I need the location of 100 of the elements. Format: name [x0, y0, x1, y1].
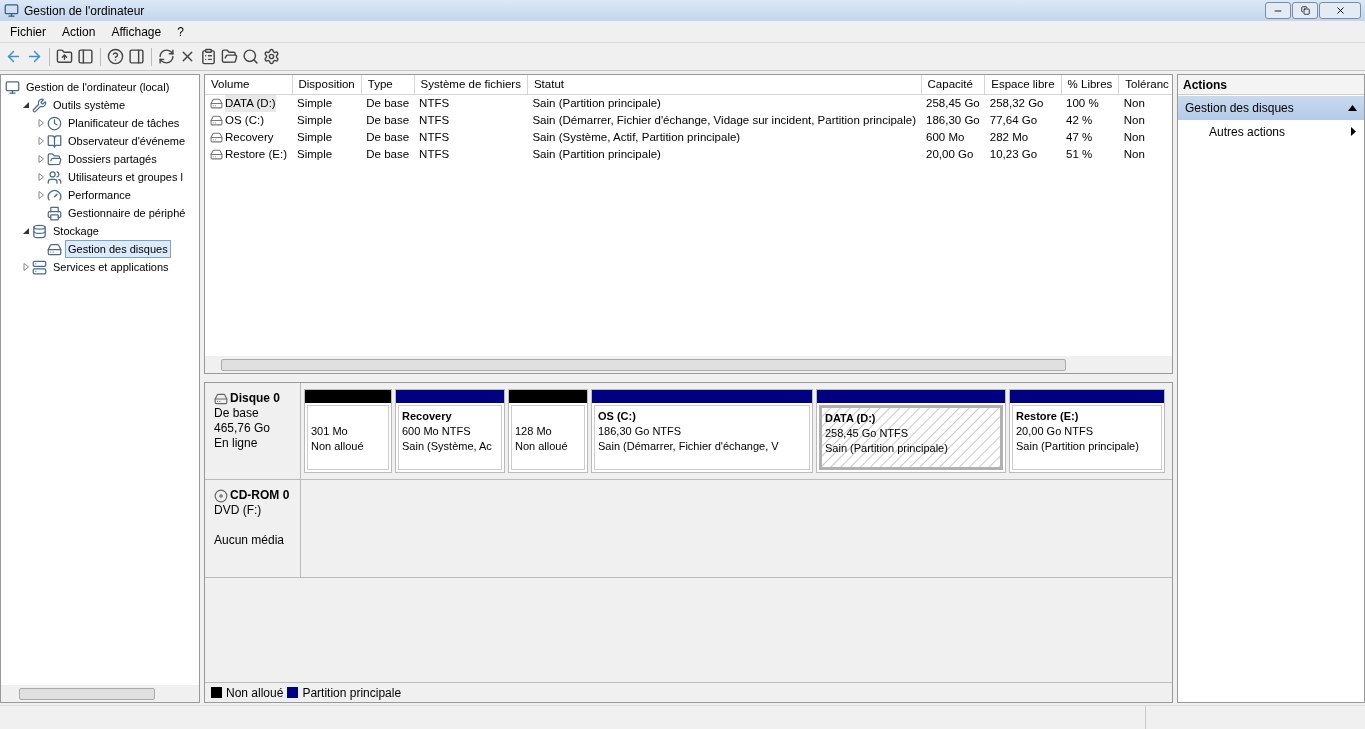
table-cell: 100 %: [1066, 96, 1099, 109]
disk-info: En ligne: [214, 436, 259, 451]
column-header[interactable]: Type: [361, 75, 415, 94]
tree-node-icon: [5, 79, 20, 95]
menu-item[interactable]: Affichage: [103, 22, 170, 41]
search-icon[interactable]: [242, 48, 259, 65]
clipboard-icon[interactable]: [200, 48, 217, 65]
partition-title: Recovery: [402, 409, 453, 424]
table-cell: Simple: [297, 113, 333, 126]
column-header[interactable]: Disposition: [292, 75, 362, 94]
forward-icon[interactable]: [26, 48, 43, 65]
table-cell: De base: [366, 113, 410, 126]
partition-info: 128 Mo: [515, 424, 553, 439]
table-cell: 51 %: [1066, 148, 1093, 161]
tree-item[interactable]: Outils système: [50, 95, 129, 115]
app-icon: [4, 3, 19, 18]
partition-info: 20,00 Go NTFS: [1016, 424, 1095, 439]
table-cell: Non: [1123, 96, 1145, 109]
tree-item[interactable]: Observateur d'événeme: [65, 131, 189, 151]
folder-up-icon[interactable]: [56, 48, 73, 65]
table-cell: 20,00 Go: [926, 148, 974, 161]
table-cell[interactable]: Restore (E:): [225, 146, 287, 164]
collapse-arrow-icon[interactable]: [22, 227, 30, 235]
collapse-arrow-icon[interactable]: [22, 101, 30, 109]
partition-title: DATA (D:): [825, 411, 877, 426]
menu-item[interactable]: ?: [169, 22, 192, 41]
column-header[interactable]: Statut: [527, 75, 922, 94]
tree-item[interactable]: Utilisateurs et groupes l: [65, 167, 186, 187]
partition-block[interactable]: 128 Mo Non alloué: [508, 389, 588, 473]
close-icon: [1334, 5, 1346, 16]
folder-icon[interactable]: [221, 48, 238, 65]
expand-arrow-icon[interactable]: [37, 173, 45, 181]
horizontal-scrollbar[interactable]: [205, 356, 1172, 373]
tree-item[interactable]: Gestion de l'ordinateur (local): [23, 77, 173, 97]
partition-block[interactable]: OS (C:) 186,30 Go NTFS Sain (Démarrer, Fichier d'échange, V: [591, 389, 813, 473]
table-cell: 258,45 Go: [926, 96, 980, 109]
table-cell: Sain (Système, Actif, Partition principale): [532, 131, 741, 143]
expand-arrow-icon[interactable]: [37, 191, 45, 199]
partition-info: Sain (Partition principale): [1016, 439, 1140, 454]
actions-header: Actions: [1178, 75, 1364, 95]
tree-item[interactable]: Dossiers partagés: [65, 149, 160, 169]
legend-label: Non alloué: [226, 684, 284, 702]
partition-block[interactable]: Recovery 600 Mo NTFS Sain (Système, Ac: [395, 389, 505, 473]
table-cell[interactable]: OS (C:): [225, 111, 264, 129]
table-cell: 282 Mo: [989, 131, 1029, 143]
help-icon[interactable]: [107, 48, 124, 65]
tree-item[interactable]: Services et applications: [50, 257, 172, 277]
tree-item[interactable]: Performance: [65, 185, 134, 205]
table-cell: Simple: [297, 96, 333, 109]
column-header[interactable]: Espace libre: [984, 75, 1062, 94]
settings-icon[interactable]: [263, 48, 280, 65]
table-cell: NTFS: [419, 131, 450, 143]
tree-item[interactable]: Stockage: [50, 221, 102, 241]
disk-info: DVD (F:): [214, 503, 263, 518]
partition-block[interactable]: 301 Mo Non alloué: [304, 389, 392, 473]
action-group-header[interactable]: Gestion des disques: [1178, 96, 1364, 120]
menu-item[interactable]: Action: [54, 22, 104, 41]
table-cell[interactable]: Recovery: [225, 129, 274, 147]
tree-item[interactable]: Gestionnaire de périphé: [65, 203, 189, 223]
close-button[interactable]: [1319, 2, 1361, 19]
menu-item[interactable]: Fichier: [2, 22, 54, 41]
maximize-button[interactable]: [1292, 2, 1318, 19]
tree-node-icon: [32, 223, 47, 239]
back-icon[interactable]: [5, 48, 22, 65]
horizontal-scrollbar[interactable]: [1, 685, 199, 702]
refresh-icon[interactable]: [158, 48, 175, 65]
partition-info: Non alloué: [311, 439, 365, 454]
panel-icon[interactable]: [77, 48, 94, 65]
table-cell: 42 %: [1066, 113, 1093, 126]
partition-info: 600 Mo NTFS: [402, 424, 472, 439]
expand-arrow-icon[interactable]: [37, 119, 45, 127]
partition-block[interactable]: Restore (E:) 20,00 Go NTFS Sain (Partition principale): [1009, 389, 1165, 473]
expand-arrow-icon[interactable]: [22, 263, 30, 271]
column-header[interactable]: Volume: [205, 75, 292, 94]
tree-node-icon: [32, 259, 47, 275]
collapse-icon: [1348, 105, 1357, 111]
tree-node-icon: [47, 133, 62, 149]
partition-block[interactable]: DATA (D:) 258,45 Go NTFS Sain (Partition principale): [816, 389, 1006, 473]
table-cell: 47 %: [1066, 131, 1093, 143]
table-cell: De base: [366, 96, 410, 109]
disk-info: 465,76 Go: [214, 421, 272, 436]
disk-info: De base: [214, 406, 260, 421]
partition-title: Restore (E:): [1016, 409, 1080, 424]
column-header[interactable]: Capacité: [921, 75, 985, 94]
action-item[interactable]: Autres actions: [1178, 120, 1364, 143]
column-header[interactable]: Système de fichiers: [414, 75, 528, 94]
tree-item[interactable]: Gestion des disques: [65, 239, 171, 259]
partition-info: 301 Mo: [311, 424, 349, 439]
partition-info: 258,45 Go NTFS: [825, 426, 910, 441]
table-cell: Simple: [297, 131, 333, 143]
expand-arrow-icon[interactable]: [37, 137, 45, 145]
column-header[interactable]: Toléranc: [1118, 75, 1172, 94]
expand-arrow-icon[interactable]: [37, 155, 45, 163]
cd-drive-icon: [214, 488, 228, 503]
minimize-button[interactable]: [1265, 2, 1291, 19]
table-cell: Sain (Partition principale): [532, 96, 661, 109]
panel-icon[interactable]: [128, 48, 145, 65]
tree-item[interactable]: Planificateur de tâches: [65, 113, 183, 133]
column-header[interactable]: % Libres: [1061, 75, 1119, 94]
drive-icon: [210, 113, 223, 127]
